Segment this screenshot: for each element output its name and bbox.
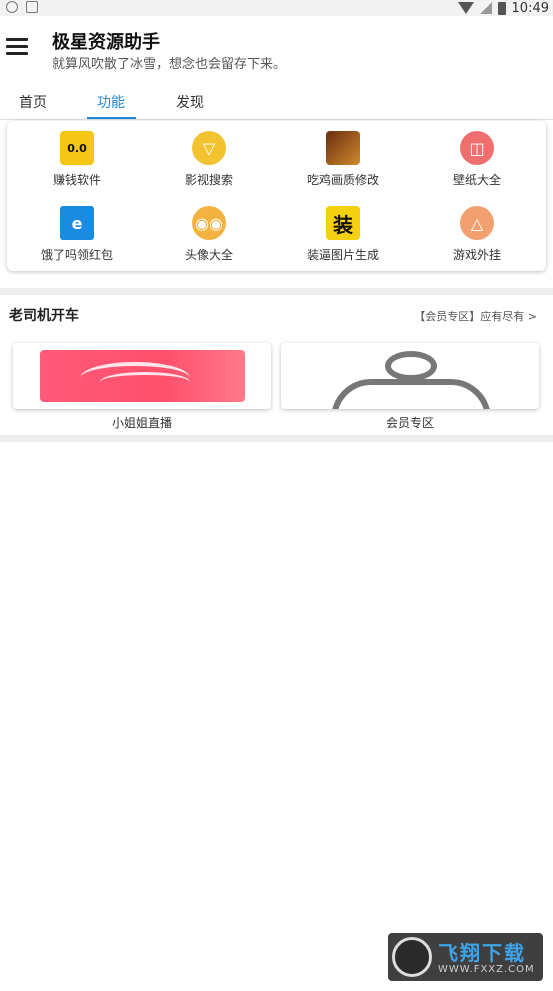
promo-label: 小姐姐直播 [111, 416, 172, 430]
game-icon [326, 131, 360, 165]
watermark-url: WWW.FXXZ.COM [438, 964, 535, 975]
tab-home[interactable]: 首页 [19, 92, 47, 112]
feature-video-search[interactable]: ▽ 影视搜索 [142, 123, 276, 193]
tab-functions[interactable]: 功能 [97, 92, 125, 112]
feature-money-apps[interactable]: 0.0 赚钱软件 [10, 123, 144, 193]
app-bar: 极星资源助手 就算风吹散了冰雪，想念也会留存下来。 [0, 16, 553, 80]
section-divider [0, 435, 553, 442]
watermark-text: 飞翔下载 [438, 941, 526, 965]
feature-wallpapers[interactable]: ◫ 壁纸大全 [410, 123, 544, 193]
tab-bar: 首页 功能 发现 [0, 82, 553, 120]
feature-label: 吃鸡画质修改 [306, 173, 379, 187]
section-divider [0, 288, 553, 295]
triangle-eye-icon: △ [460, 206, 494, 240]
app-title: 极星资源助手 [52, 32, 160, 53]
feature-eleme-redpacket[interactable]: e 饿了吗领红包 [10, 198, 144, 268]
film-search-icon: ▽ [192, 131, 226, 165]
feature-meme-generator[interactable]: 装 装逼图片生成 [276, 198, 410, 268]
app-subtitle: 就算风吹散了冰雪，想念也会留存下来。 [52, 57, 287, 72]
feature-grid: 0.0 赚钱软件 ▽ 影视搜索 吃鸡画质修改 ◫ 壁纸大全 e 饿了吗领红包 ◉… [7, 121, 546, 271]
feature-avatars[interactable]: ◉◉ 头像大全 [142, 198, 276, 268]
menu-icon[interactable] [6, 38, 28, 56]
feature-label: 装逼图片生成 [306, 248, 379, 262]
status-notification-icons [6, 1, 38, 13]
shield-icon [6, 1, 18, 13]
feature-label: 头像大全 [184, 248, 233, 262]
status-bar: 10:49 [0, 0, 553, 16]
eleme-icon: e [60, 206, 94, 240]
status-time: 10:49 [511, 0, 549, 16]
feature-label: 饿了吗领红包 [40, 248, 113, 262]
feature-label: 游戏外挂 [452, 248, 501, 262]
feature-label: 壁纸大全 [452, 173, 501, 187]
section-title: 老司机开车 [9, 308, 79, 324]
person-icon [331, 349, 491, 409]
section-more-link[interactable]: 【会员专区】应有尽有 > [414, 308, 537, 324]
zhuang-icon: 装 [326, 206, 360, 240]
wifi-icon [457, 2, 474, 14]
promo-member-zone[interactable] [281, 343, 539, 409]
signal-icon [479, 2, 492, 14]
watermark-emblem-icon [392, 937, 432, 977]
tab-indicator [87, 117, 136, 119]
feature-pubg-graphics[interactable]: 吃鸡画质修改 [276, 123, 410, 193]
tab-discover[interactable]: 发现 [176, 92, 204, 112]
promo-live-stream[interactable] [13, 343, 271, 409]
feature-label: 赚钱软件 [52, 173, 101, 187]
feature-label: 影视搜索 [184, 173, 233, 187]
feature-game-cheats[interactable]: △ 游戏外挂 [410, 198, 544, 268]
status-right: 10:49 [457, 0, 549, 16]
battery-icon [497, 1, 506, 15]
avatar-face-icon: ◉◉ [192, 206, 226, 240]
cat-money-icon: 0.0 [60, 131, 94, 165]
promo-label: 会员专区 [385, 416, 434, 430]
app-notification-icon [26, 1, 38, 13]
live-stream-image [40, 350, 245, 402]
wallpaper-icon: ◫ [460, 131, 494, 165]
watermark-logo: 飞翔下载 WWW.FXXZ.COM [388, 933, 543, 981]
